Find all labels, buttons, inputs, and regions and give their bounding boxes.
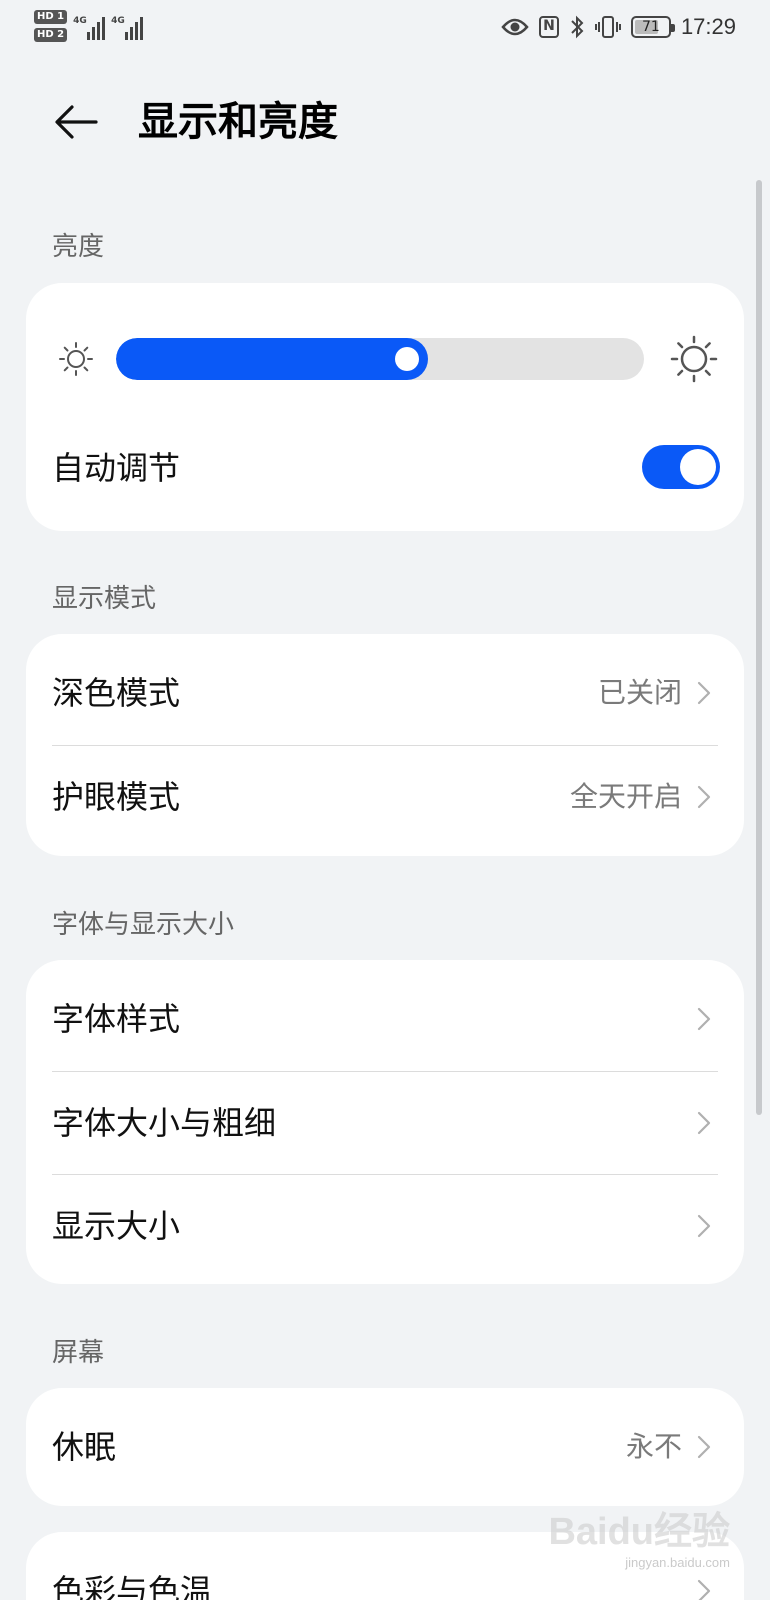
dark-mode-label: 深色模式: [52, 674, 181, 712]
sleep-row[interactable]: 休眠 永不: [26, 1396, 744, 1498]
eye-comfort-row[interactable]: 护眼模式 全天开启: [26, 746, 744, 848]
battery-level: 71: [642, 19, 660, 35]
section-title-display-mode: 显示模式: [52, 584, 157, 614]
eye-comfort-value: 全天开启: [569, 780, 682, 813]
chevron-right-icon: [697, 1435, 711, 1459]
font-size-card: 字体样式 字体大小与粗细 显示大小: [26, 960, 744, 1284]
dark-mode-row[interactable]: 深色模式 已关闭: [26, 642, 744, 744]
nfc-icon: N: [538, 16, 559, 38]
dark-mode-value: 已关闭: [597, 676, 682, 709]
page-title: 显示和亮度: [138, 99, 338, 145]
clock: 17:29: [680, 14, 736, 39]
chevron-right-icon: [697, 1579, 711, 1600]
watermark: Baidu经验 jingyan.baidu.com: [548, 1500, 730, 1570]
vibrate-icon: [594, 16, 621, 38]
eye-icon: [501, 18, 529, 36]
display-size-label: 显示大小: [52, 1207, 181, 1245]
arrow-left-icon[interactable]: [52, 98, 100, 146]
display-mode-card: 深色模式 已关闭 护眼模式 全天开启: [26, 634, 744, 856]
sun-large-icon: [670, 335, 718, 383]
brightness-slider-thumb[interactable]: [395, 347, 419, 371]
section-title-brightness: 亮度: [52, 232, 105, 262]
signal-icon: 4G: [111, 10, 144, 40]
auto-brightness-toggle[interactable]: [642, 445, 720, 489]
section-title-screen: 屏幕: [52, 1338, 105, 1368]
status-bar-right: N 71 17:29: [501, 14, 736, 40]
chevron-right-icon: [697, 1111, 711, 1135]
color-temperature-label: 色彩与色温: [52, 1572, 213, 1600]
auto-brightness-label: 自动调节: [52, 449, 181, 487]
sim2-badge: HD 2: [34, 28, 68, 42]
font-size-weight-row[interactable]: 字体大小与粗细: [26, 1072, 744, 1174]
sim1-badge: HD 1: [34, 10, 68, 24]
signal-icon: 4G: [73, 10, 106, 40]
sun-small-icon: [59, 342, 93, 376]
network-type-2: 4G: [111, 16, 125, 26]
eye-comfort-label: 护眼模式: [52, 778, 181, 816]
chevron-right-icon: [697, 1007, 711, 1031]
chevron-right-icon: [697, 1214, 711, 1238]
brightness-slider-fill: [116, 338, 428, 380]
brightness-slider[interactable]: [116, 338, 644, 380]
status-bar-left: HD 1 HD 2 4G 4G: [34, 10, 144, 42]
chevron-right-icon: [697, 681, 711, 705]
font-style-row[interactable]: 字体样式: [26, 968, 744, 1070]
display-size-row[interactable]: 显示大小: [26, 1175, 744, 1277]
battery-icon: 71: [630, 16, 675, 38]
status-bar: HD 1 HD 2 4G 4G N 71 17:29: [0, 0, 770, 60]
sleep-value: 永不: [625, 1430, 682, 1463]
app-header: 显示和亮度: [0, 80, 770, 164]
section-title-font-size: 字体与显示大小: [52, 910, 235, 940]
watermark-text: Baidu经验: [548, 1511, 730, 1553]
toggle-knob: [680, 449, 716, 485]
sleep-label: 休眠: [52, 1428, 117, 1466]
scrollbar[interactable]: [756, 180, 762, 1115]
brightness-card: 自动调节: [26, 283, 744, 531]
font-style-label: 字体样式: [52, 1000, 181, 1038]
font-size-weight-label: 字体大小与粗细: [52, 1104, 277, 1142]
bluetooth-icon: [571, 15, 584, 39]
network-type-1: 4G: [73, 16, 87, 26]
chevron-right-icon: [697, 785, 711, 809]
watermark-sub: jingyan.baidu.com: [625, 1555, 730, 1570]
auto-brightness-row[interactable]: 自动调节: [26, 417, 744, 519]
screen-card: 休眠 永不: [26, 1388, 744, 1506]
